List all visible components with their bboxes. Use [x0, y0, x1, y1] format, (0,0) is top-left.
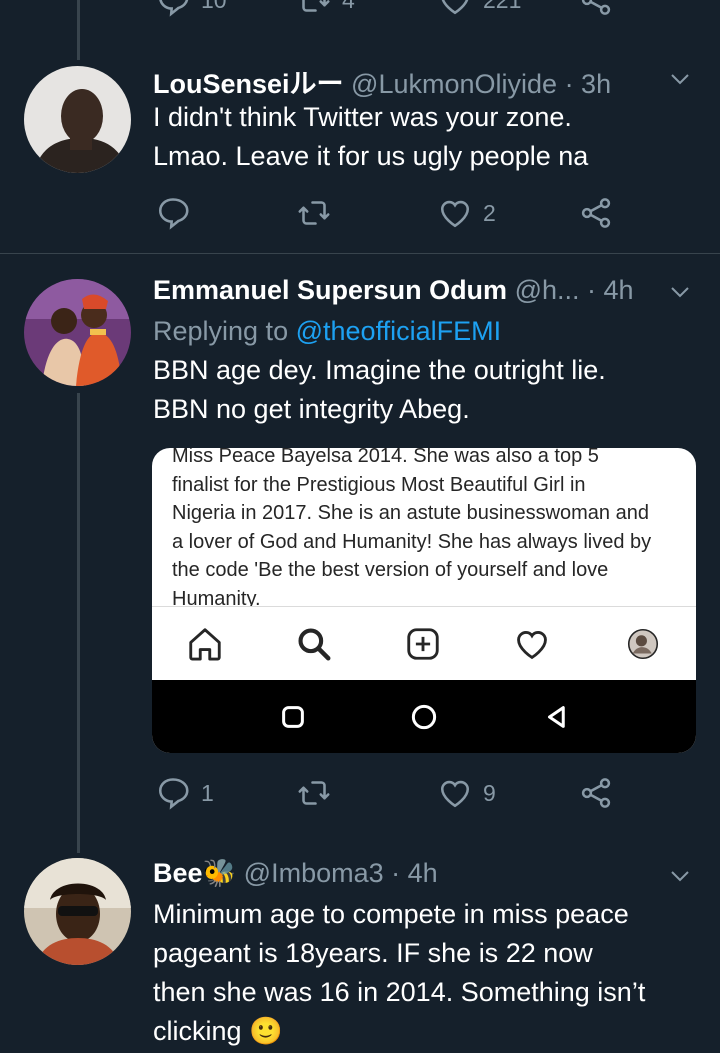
tweet-body: Replying to @theofficialFEMI BBN age dey…	[153, 312, 700, 429]
tweet-actions: 1 9	[153, 773, 633, 813]
retweet-icon	[302, 0, 330, 12]
instagram-nav-bar	[152, 606, 696, 681]
profile-avatar-icon	[627, 628, 659, 660]
like-button[interactable]: 221	[437, 0, 521, 20]
tweet-line: BBN no get integrity Abeg.	[153, 394, 470, 424]
reply-button[interactable]	[155, 193, 201, 233]
recent-apps-icon	[282, 706, 304, 728]
heart-icon	[441, 0, 469, 15]
retweet-count: 4	[342, 0, 355, 14]
home-circle-icon	[411, 704, 437, 730]
reply-button[interactable]: 10	[155, 0, 227, 20]
heart-icon	[440, 200, 470, 228]
like-count: 9	[483, 779, 496, 806]
like-count: 221	[483, 0, 521, 14]
tweet-line: then she was 16 in 2014. Something isn’t	[153, 977, 646, 1007]
share-button[interactable]	[578, 193, 614, 233]
reply-icon	[159, 0, 189, 17]
like-button[interactable]: 2	[437, 193, 496, 233]
tweet-line: pageant is 18years. IF she is 22 now	[153, 938, 593, 968]
add-post-icon	[407, 628, 439, 660]
media-line: Nigeria in 2017. She is an astute busine…	[172, 502, 649, 524]
timestamp: · 3h	[564, 69, 612, 99]
thread-line	[77, 0, 80, 60]
thread-line	[77, 393, 80, 853]
heart-icon	[517, 631, 547, 660]
share-button[interactable]	[578, 773, 614, 813]
handle[interactable]: @LukmonOliyide	[351, 69, 557, 99]
handle[interactable]: @h...	[515, 275, 580, 305]
timestamp: · 4h	[587, 275, 634, 305]
replying-to-label: Replying to	[153, 316, 289, 346]
media-line: the code 'Be the best version of yoursel…	[172, 559, 609, 581]
tweet-text: I didn't think Twitter was your zone. Lm…	[153, 98, 700, 176]
retweet-button[interactable]	[296, 773, 342, 813]
chevron-down-icon[interactable]	[668, 864, 692, 888]
tweet-media[interactable]: Miss Peace Bayelsa 2014. She was also a …	[152, 448, 696, 753]
timestamp: · 4h	[391, 858, 438, 888]
tweet-line: I didn't think Twitter was your zone.	[153, 102, 572, 132]
replying-to: Replying to @theofficialFEMI	[153, 312, 700, 351]
divider	[0, 253, 720, 254]
like-count: 2	[483, 199, 496, 226]
retweet-icon	[298, 781, 330, 805]
share-icon	[581, 778, 611, 808]
reply-icon	[158, 198, 189, 230]
avatar[interactable]	[24, 279, 131, 386]
search-icon	[298, 628, 331, 661]
tweet-text: Minimum age to compete in miss peace pag…	[153, 895, 700, 1051]
retweet-icon	[298, 201, 330, 225]
media-line: finalist for the Prestigious Most Beauti…	[172, 473, 586, 496]
chevron-down-icon[interactable]	[668, 67, 692, 91]
share-icon	[581, 0, 611, 15]
media-caption: Miss Peace Bayelsa 2014. She was also a …	[172, 448, 680, 613]
like-button[interactable]: 9	[437, 773, 496, 813]
tweet-line: clicking 🙂	[153, 1012, 700, 1051]
avatar[interactable]	[24, 858, 131, 965]
tweet-line: BBN age dey. Imagine the outright lie.	[153, 355, 606, 385]
heart-icon	[440, 780, 470, 808]
home-icon	[189, 628, 221, 661]
retweet-button[interactable]: 4	[296, 0, 355, 20]
android-nav-bar	[152, 680, 696, 753]
replying-to-handle[interactable]: @theofficialFEMI	[296, 316, 501, 346]
media-line: a lover of God and Humanity! She has alw…	[172, 530, 652, 553]
reply-icon	[158, 778, 189, 810]
handle[interactable]: @Imboma3	[244, 858, 384, 888]
display-name[interactable]: Emmanuel Supersun Odum	[153, 275, 507, 305]
chevron-down-icon[interactable]	[668, 280, 692, 304]
tweet-line: Lmao. Leave it for us ugly people na	[153, 141, 589, 171]
back-icon	[548, 706, 565, 728]
tweet-line-text: clicking	[153, 1016, 242, 1046]
tweet-actions: 10 4 221	[153, 0, 633, 20]
tweet-line: Minimum age to compete in miss peace	[153, 899, 629, 929]
reply-count: 1	[201, 779, 214, 806]
avatar[interactable]	[24, 66, 131, 173]
reply-button[interactable]: 1	[155, 773, 214, 813]
display-name[interactable]: Bee🐝	[153, 858, 236, 888]
share-button[interactable]	[578, 0, 614, 20]
display-name[interactable]: LouSenseiルー	[153, 69, 344, 99]
smile-emoji: 🙂	[249, 1016, 283, 1046]
share-icon	[581, 198, 611, 228]
media-line: Miss Peace Bayelsa 2014. She was also a …	[172, 448, 599, 467]
reply-count: 10	[201, 0, 227, 14]
tweet-actions: 2	[153, 193, 633, 233]
retweet-button[interactable]	[296, 193, 342, 233]
